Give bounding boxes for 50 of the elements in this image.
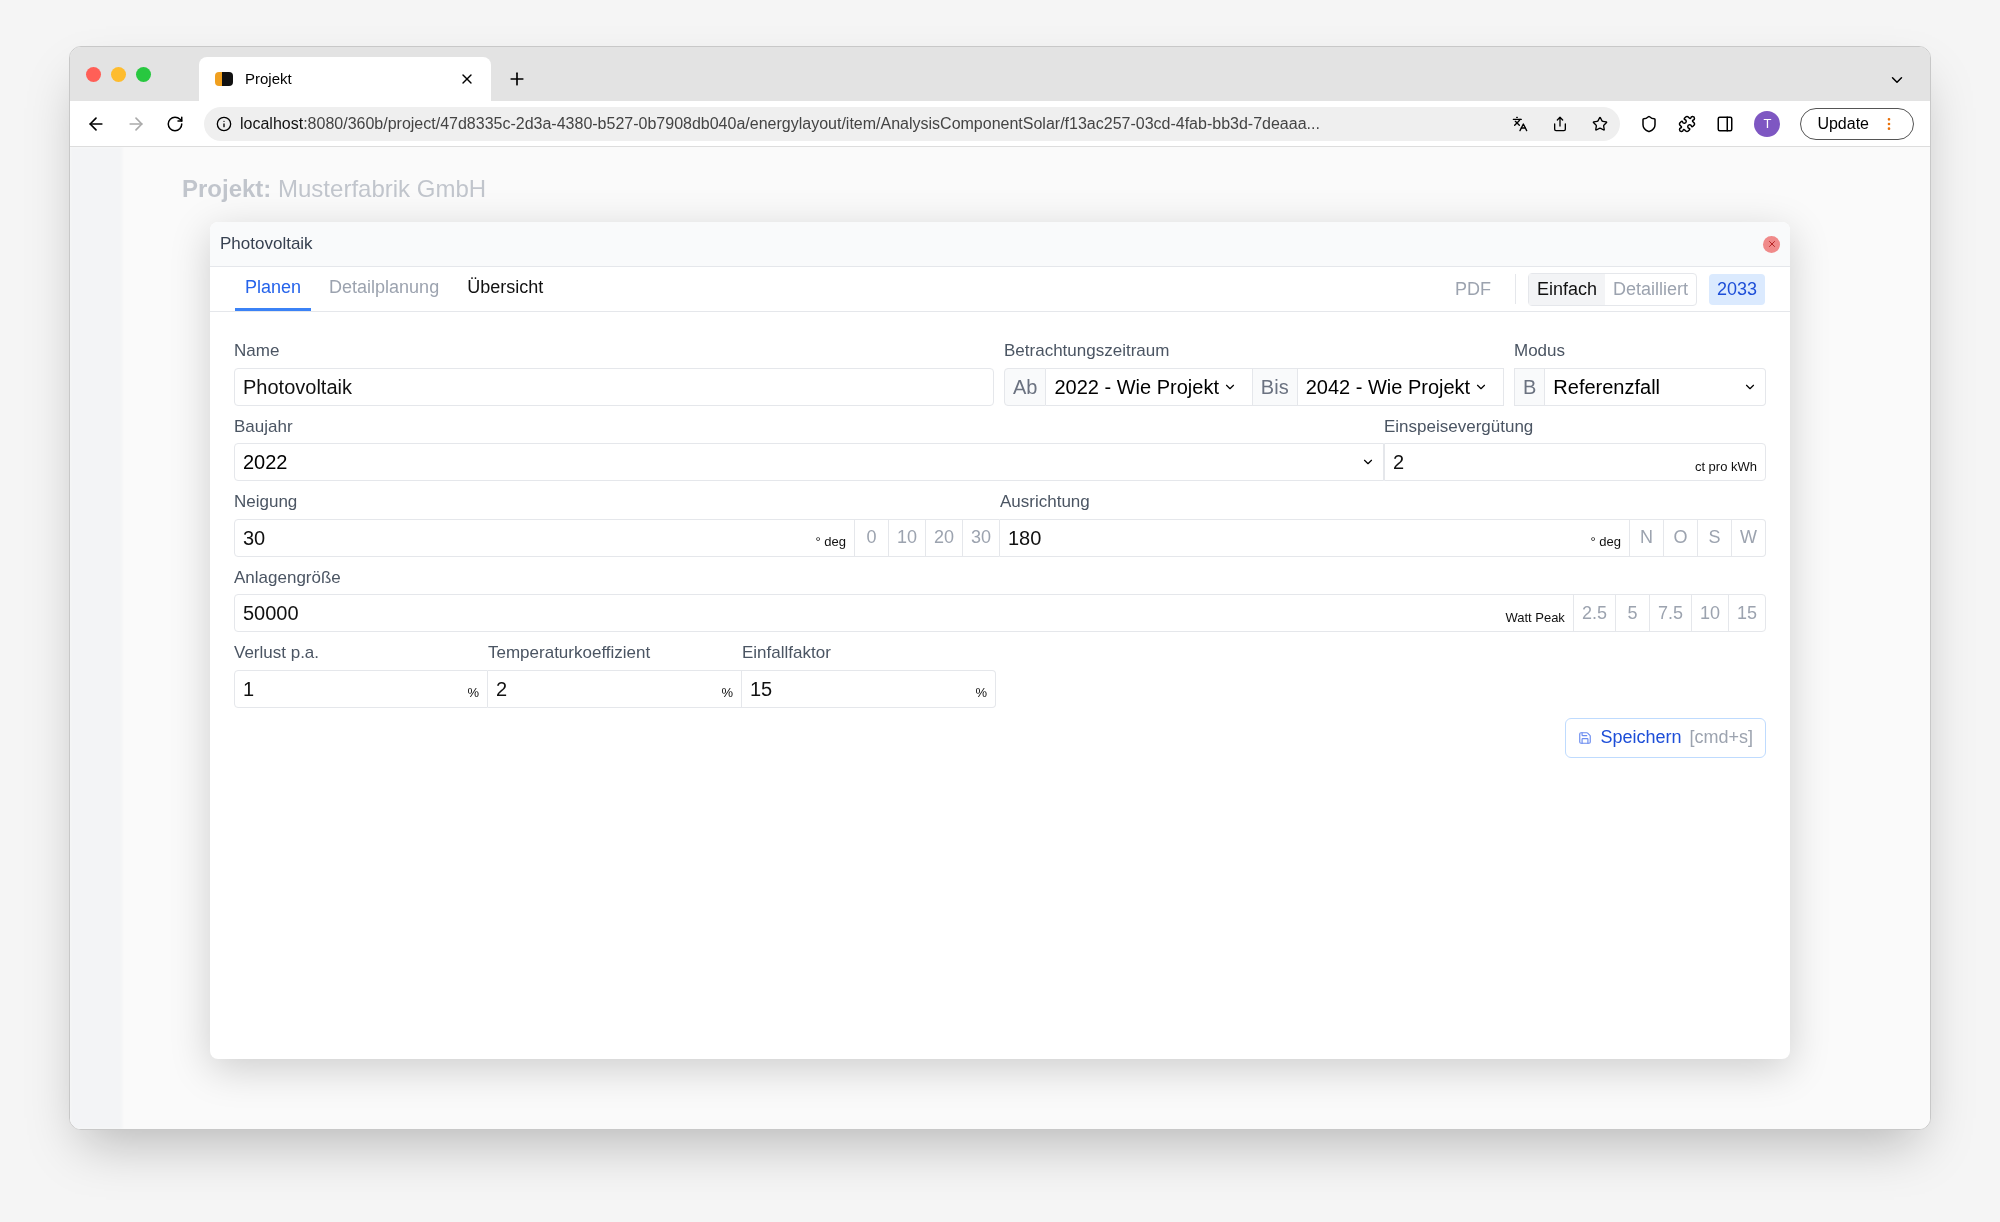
field-label: Verlust p.a. [234,642,321,664]
translate-icon[interactable] [1512,115,1529,132]
select-field[interactable]: 2042 - Wie Projekt [1297,367,1504,406]
name-field[interactable]: Photovoltaik [234,367,994,406]
field-label: Neigung [234,491,299,513]
feed-in-field[interactable]: 2 ct pro kWh [1384,443,1766,481]
page-heading: Projekt: Musterfabrik GmbH [182,175,487,202]
unit-label: % [975,684,988,702]
reload-icon[interactable] [166,114,184,133]
tab-title: Projekt [245,68,293,89]
field-label: Ausrichtung [1000,491,1091,513]
field-label: Temperaturkoeffizient [488,642,652,664]
field-label: Einfallfaktor [742,642,832,664]
shield-icon[interactable] [1640,114,1659,133]
unit-label: % [467,684,480,702]
browser-tab[interactable]: Projekt [199,57,491,101]
field-label: Baujahr [234,415,294,438]
field-label: Einspeisevergütung [1384,415,1535,438]
input-prefix: Ab [1004,367,1047,406]
share-icon[interactable] [1552,115,1569,132]
save-button[interactable]: Speichern [cmd+s] [1565,717,1766,758]
year-badge[interactable]: 2033 [1708,273,1765,305]
number-field[interactable]: 1 % [234,669,488,708]
field-label: Anlagengröße [234,566,342,589]
info-icon [216,115,232,132]
unit-label: ct pro kWh [1694,457,1758,476]
view-mode-option[interactable]: Einfach [1528,273,1605,305]
unit-label: % [721,684,734,702]
select-field[interactable]: 2022 [234,443,1384,481]
extensions-icon[interactable] [1678,114,1697,133]
input-prefix: Bis [1251,367,1298,406]
profile-avatar[interactable]: T [1754,110,1781,137]
field-label: Modus [1514,340,1567,362]
address-bar[interactable]: localhost:8080/360b/project/47d8335c-2d3a-4380-b527-0b7908db040a/energylayout/item/AnalysisComponentSolar/f13ac257-03cd-4fab-bb3d-7deaaa... [204,106,1621,141]
modal-tab[interactable]: Übersicht [457,267,554,311]
field-label: Name [234,340,281,362]
select-field[interactable]: Referenzfall [1545,367,1766,406]
side-panel-icon[interactable] [1716,114,1735,133]
url-text: localhost:8080/360b/project/47d8335c-2d3a-4380-b527-0b7908db040a/energylayout/item/AnalysisComponentSolar/f13ac257-03cd-4fab-bb3d-7deaaa... [240,113,1321,134]
modal-tab[interactable]: Planen [235,267,312,311]
number-field[interactable]: 15 % [742,669,996,708]
field-label: Betrachtungszeitraum [1004,340,1171,362]
select-field[interactable]: 2022 - Wie Projekt [1046,367,1252,406]
bookmark-icon[interactable] [1592,115,1609,132]
close-icon[interactable] [1763,235,1780,253]
logo-icon [215,72,233,86]
number-field[interactable]: 2 % [488,669,742,708]
modal-title: Photovoltaik [220,233,313,256]
input-prefix: B [1514,367,1546,406]
save-icon [1578,730,1593,745]
